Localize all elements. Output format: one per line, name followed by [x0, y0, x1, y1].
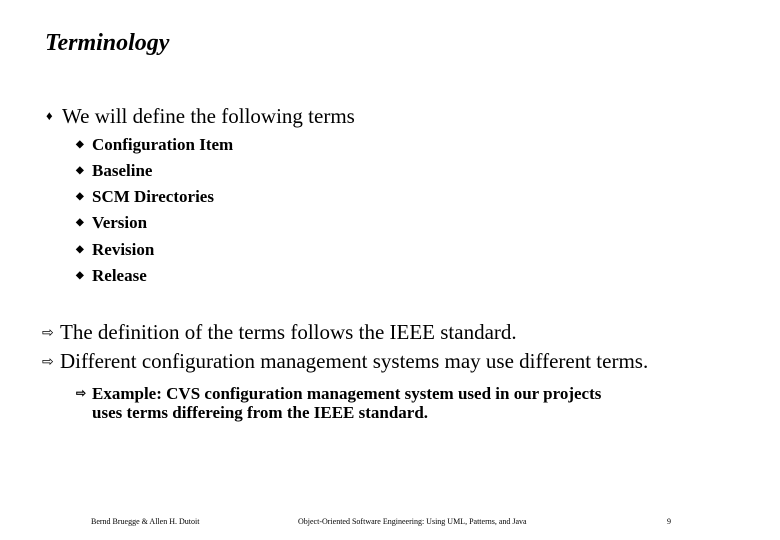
- diamond-bullet-icon: ◆: [76, 165, 84, 176]
- diamond-bullet-icon: ◆: [76, 191, 84, 202]
- point-item: ⇨ The definition of the terms follows the…: [42, 320, 517, 345]
- term-item: ◆ Version: [76, 213, 147, 233]
- term-text: Baseline: [92, 161, 153, 180]
- example-text-line1: Example: CVS configuration management sy…: [92, 384, 602, 403]
- term-text: SCM Directories: [92, 187, 214, 206]
- page-number: 9: [667, 517, 671, 526]
- arrow-bullet-icon: ⇨: [76, 386, 87, 400]
- term-item: ◆ SCM Directories: [76, 187, 214, 207]
- footer-authors: Bernd Bruegge & Allen H. Dutoit: [91, 517, 200, 526]
- point-item: ⇨ Different configuration management syst…: [42, 349, 648, 374]
- term-item: ◆ Revision: [76, 240, 154, 260]
- diamond-bullet-icon: ◆: [76, 244, 84, 255]
- term-item: ◆ Release: [76, 266, 147, 286]
- slide-title: Terminology: [45, 30, 170, 56]
- term-item: ◆ Configuration Item: [76, 135, 233, 155]
- point-text: The definition of the terms follows the …: [60, 320, 517, 344]
- term-item: ◆ Baseline: [76, 161, 152, 181]
- intro-text: We will define the following terms: [62, 104, 355, 128]
- term-text: Release: [92, 266, 147, 285]
- term-text: Version: [92, 213, 148, 232]
- diamond-bullet-icon: ♦: [46, 108, 53, 123]
- diamond-bullet-icon: ◆: [76, 270, 84, 281]
- term-text: Configuration Item: [92, 135, 234, 154]
- footer-book-title: Object-Oriented Software Engineering: Us…: [298, 517, 527, 526]
- arrow-bullet-icon: ⇨: [42, 355, 54, 370]
- intro-item: ♦ We will define the following terms: [46, 104, 355, 129]
- example-item: ⇨ Example: CVS configuration management s…: [76, 384, 601, 422]
- diamond-bullet-icon: ◆: [76, 139, 84, 150]
- term-text: Revision: [92, 240, 155, 259]
- point-text: Different configuration management syste…: [60, 349, 649, 373]
- diamond-bullet-icon: ◆: [76, 217, 84, 228]
- example-text-line2: uses terms differeing from the IEEE stan…: [92, 403, 429, 422]
- arrow-bullet-icon: ⇨: [42, 326, 54, 341]
